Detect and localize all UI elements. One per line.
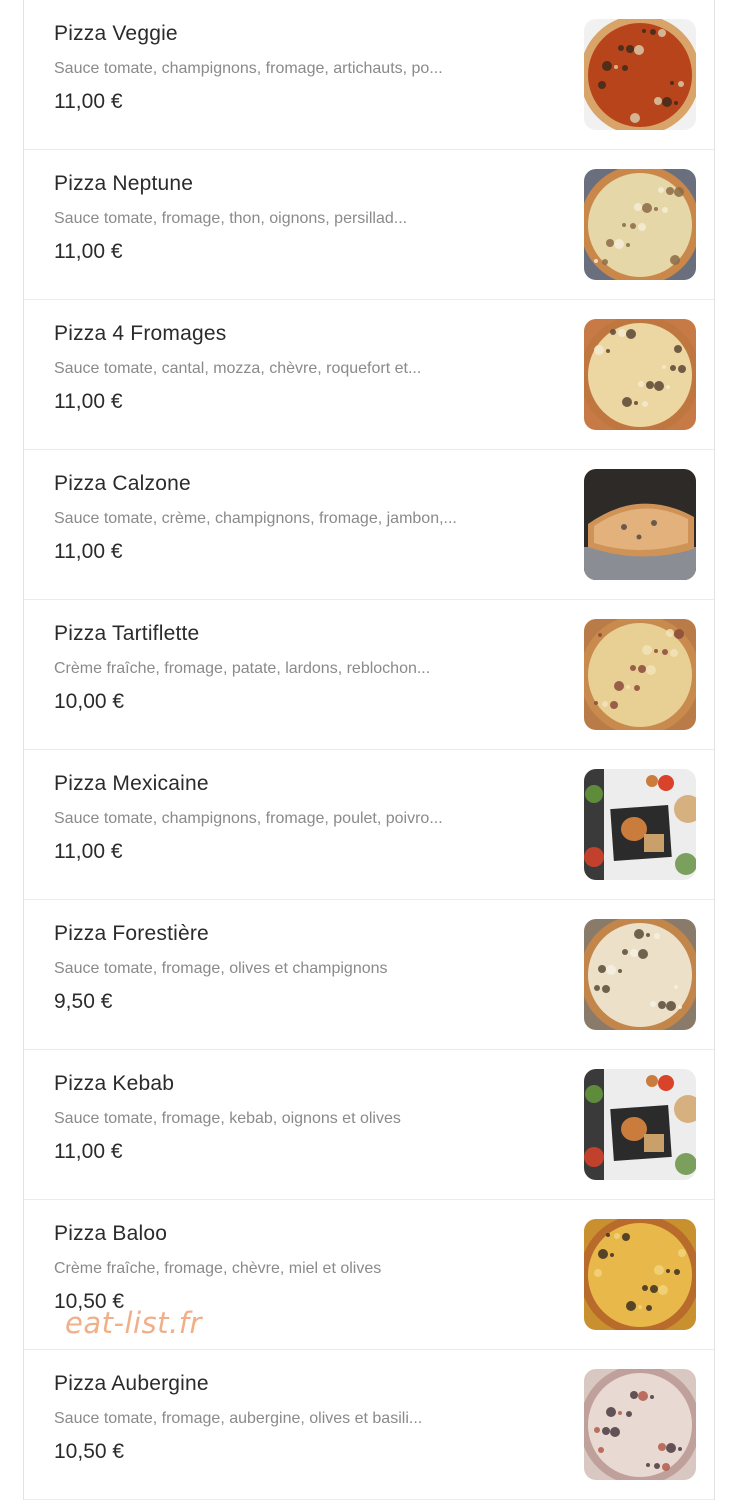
item-price: 11,00 € <box>54 90 123 113</box>
pizza-aubergine-photo[interactable] <box>584 1369 696 1480</box>
item-description: Sauce tomate, cantal, mozza, chèvre, roq… <box>54 360 422 377</box>
pizza-kebab-photo[interactable] <box>584 1069 696 1180</box>
item-name: Pizza Baloo <box>54 1222 168 1245</box>
item-price: 10,50 € <box>54 1440 125 1463</box>
item-price: 10,50 € <box>54 1290 125 1313</box>
item-name: Pizza Calzone <box>54 472 191 495</box>
item-description: Sauce tomate, fromage, thon, oignons, pe… <box>54 210 408 227</box>
pizza-tartiflette-photo[interactable] <box>584 619 696 730</box>
menu-item[interactable]: Pizza Aubergine Sauce tomate, fromage, au… <box>24 1350 714 1500</box>
pizza-mexicaine-photo[interactable] <box>584 769 696 880</box>
pizza-baloo-photo[interactable] <box>584 1219 696 1330</box>
menu-item[interactable]: Pizza 4 Fromages Sauce tomate, cantal, mo… <box>24 300 714 450</box>
item-price: 11,00 € <box>54 390 123 413</box>
pizza-veggie-photo[interactable] <box>584 19 696 130</box>
item-price: 11,00 € <box>54 540 123 563</box>
pizza-forestiere-photo[interactable] <box>584 919 696 1030</box>
item-name: Pizza Forestière <box>54 922 209 945</box>
pizza-4-fromages-photo[interactable] <box>584 319 696 430</box>
item-name: Pizza Neptune <box>54 172 194 195</box>
item-description: Sauce tomate, fromage, olives et champig… <box>54 960 388 977</box>
menu-item[interactable]: Pizza Baloo Crème fraîche, fromage, chèvr… <box>24 1200 714 1350</box>
pizza-neptune-photo[interactable] <box>584 169 696 280</box>
item-name: Pizza Mexicaine <box>54 772 209 795</box>
item-description: Sauce tomate, champignons, fromage, arti… <box>54 60 443 77</box>
item-description: Crème fraîche, fromage, chèvre, miel et … <box>54 1260 382 1277</box>
item-description: Sauce tomate, champignons, fromage, poul… <box>54 810 443 827</box>
item-description: Crème fraîche, fromage, patate, lardons,… <box>54 660 431 677</box>
item-description: Sauce tomate, fromage, aubergine, olives… <box>54 1410 423 1427</box>
menu-item[interactable]: Pizza Veggie Sauce tomate, champignons, f… <box>24 0 714 150</box>
menu-item[interactable]: Pizza Neptune Sauce tomate, fromage, thon… <box>24 150 714 300</box>
item-price: 11,00 € <box>54 240 123 263</box>
item-name: Pizza Veggie <box>54 22 178 45</box>
menu-item[interactable]: Pizza Calzone Sauce tomate, crème, champi… <box>24 450 714 600</box>
menu-item[interactable]: Pizza Mexicaine Sauce tomate, champignons… <box>24 750 714 900</box>
item-price: 11,00 € <box>54 1140 123 1163</box>
menu-item[interactable]: Pizza Kebab Sauce tomate, fromage, kebab,… <box>24 1050 714 1200</box>
item-price: 9,50 € <box>54 990 113 1013</box>
item-name: Pizza Aubergine <box>54 1372 209 1395</box>
item-description: Sauce tomate, fromage, kebab, oignons et… <box>54 1110 401 1127</box>
menu-item[interactable]: Pizza Tartiflette Crème fraîche, fromage,… <box>24 600 714 750</box>
item-price: 10,00 € <box>54 690 125 713</box>
pizza-calzone-photo[interactable] <box>584 469 696 580</box>
item-name: Pizza 4 Fromages <box>54 322 227 345</box>
item-price: 11,00 € <box>54 840 123 863</box>
item-name: Pizza Kebab <box>54 1072 175 1095</box>
menu-list: Pizza Veggie Sauce tomate, champignons, f… <box>23 0 715 1500</box>
item-description: Sauce tomate, crème, champignons, fromag… <box>54 510 457 527</box>
item-name: Pizza Tartiflette <box>54 622 200 645</box>
menu-item[interactable]: Pizza Forestière Sauce tomate, fromage, o… <box>24 900 714 1050</box>
